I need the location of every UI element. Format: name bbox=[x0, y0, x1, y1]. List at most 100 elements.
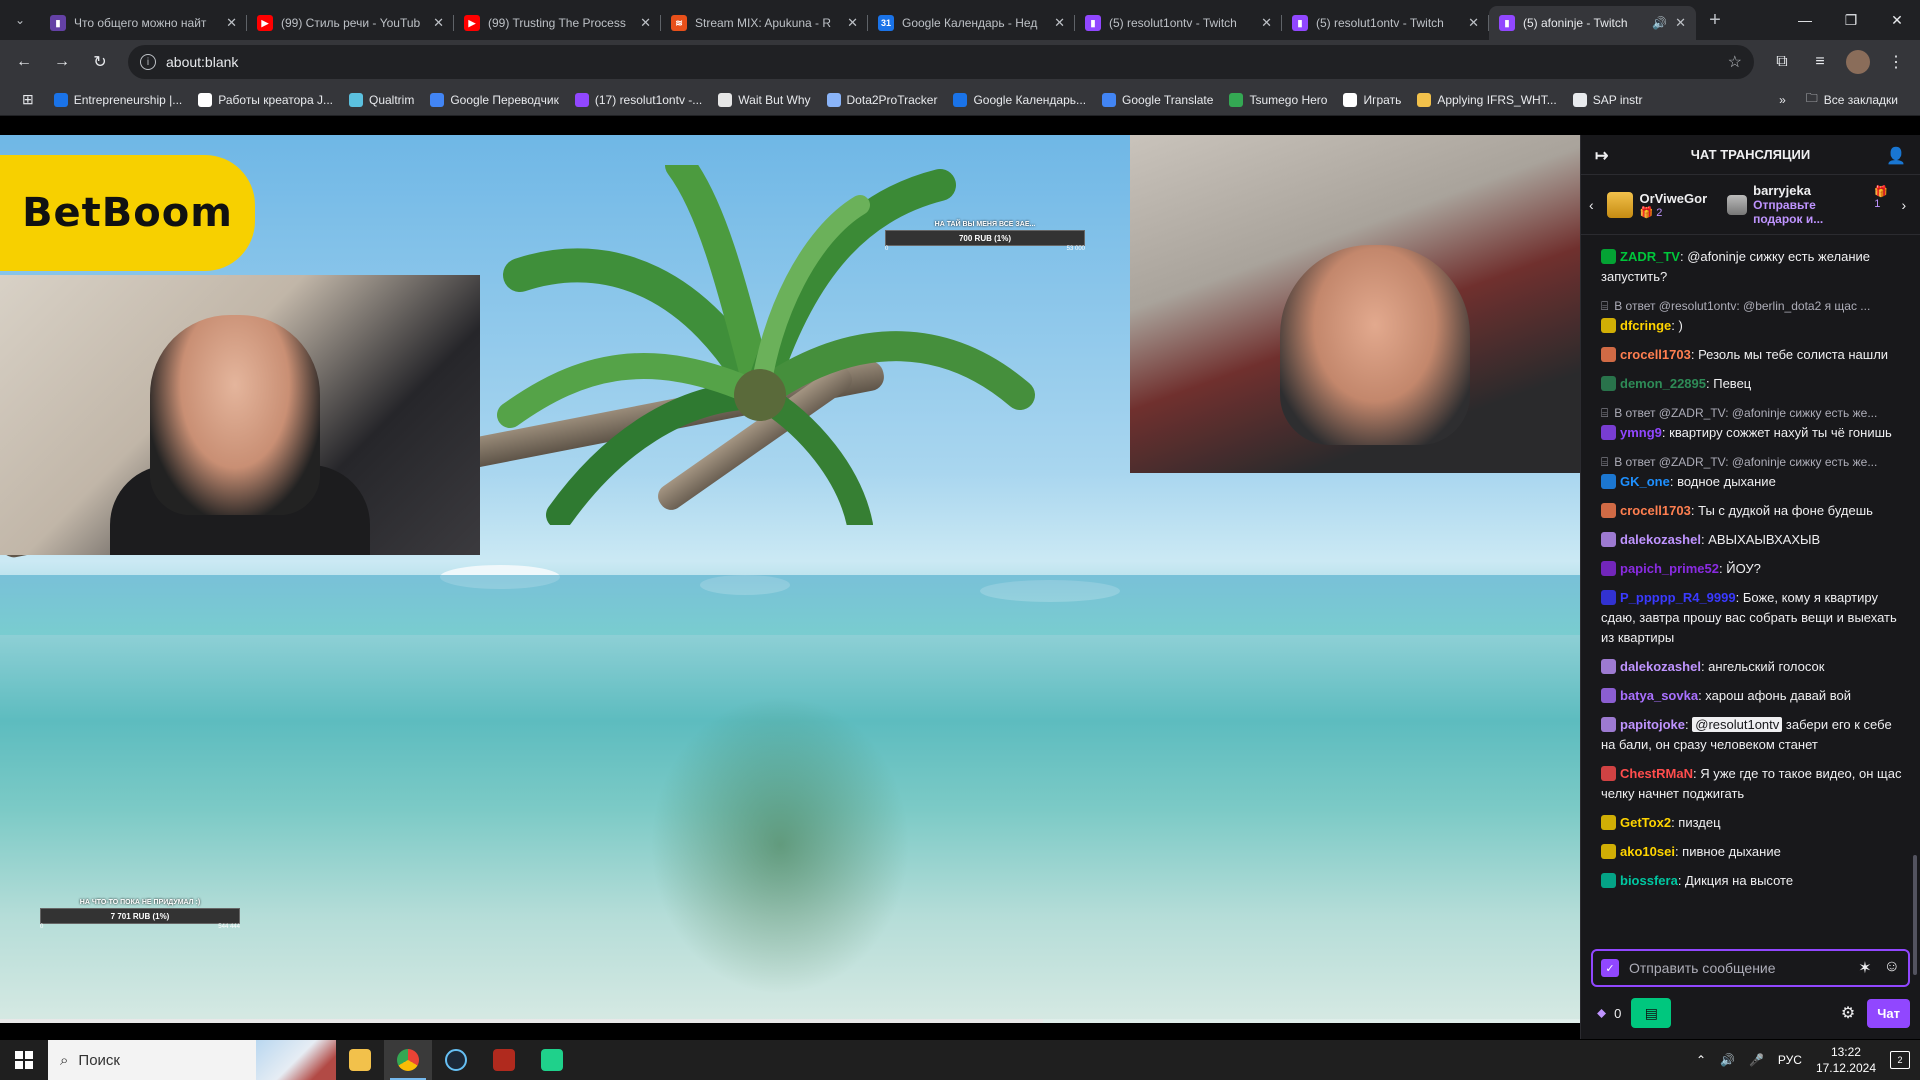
browser-tab[interactable]: 31 Google Календарь - Нед ✕ bbox=[868, 6, 1075, 40]
dota2-app-icon[interactable] bbox=[480, 1040, 528, 1080]
user-badge-icon[interactable] bbox=[1601, 503, 1616, 518]
chat-username[interactable]: dfcringe bbox=[1620, 318, 1671, 333]
bookmark-item[interactable]: Google Translate bbox=[1094, 86, 1221, 114]
community-users-icon[interactable]: 👤 bbox=[1886, 146, 1906, 166]
bookmark-item[interactable]: Работы креатора J... bbox=[190, 86, 341, 114]
user-badge-icon[interactable] bbox=[1601, 425, 1616, 440]
chat-username[interactable]: crocell1703 bbox=[1620, 347, 1691, 362]
chat-scrollbar[interactable] bbox=[1913, 855, 1917, 975]
chat-message[interactable]: GetTox2: пиздец bbox=[1601, 813, 1906, 833]
chat-username[interactable]: ako10sei bbox=[1620, 844, 1675, 859]
chat-message[interactable]: ako10sei: пивное дыхание bbox=[1601, 842, 1906, 862]
chat-message[interactable]: ChestRMaN: Я уже где то такое видео, он … bbox=[1601, 764, 1906, 804]
site-info-icon[interactable]: i bbox=[140, 54, 156, 70]
bookmark-item[interactable]: Entrepreneurship |... bbox=[46, 86, 191, 114]
user-badge-icon[interactable] bbox=[1601, 532, 1616, 547]
clock[interactable]: 13:22 17.12.2024 bbox=[1816, 1044, 1876, 1076]
bookmark-item[interactable]: Играть bbox=[1335, 86, 1409, 114]
tab-search-chevron-icon[interactable]: ⌄ bbox=[0, 0, 40, 40]
chat-username[interactable]: crocell1703 bbox=[1620, 503, 1691, 518]
reply-context[interactable]: ⌸ В ответ @ZADR_TV: @afoninje сижку есть … bbox=[1601, 452, 1906, 472]
chat-message[interactable]: P_ppppp_R4_9999: Боже, кому я квартиру с… bbox=[1601, 588, 1906, 648]
chat-identity-icon[interactable]: ✓ bbox=[1601, 959, 1619, 977]
forward-arrow-icon[interactable]: → bbox=[46, 46, 78, 78]
bits-icon[interactable]: ✶ bbox=[1858, 958, 1871, 978]
chat-username[interactable]: dalekozashel bbox=[1620, 659, 1701, 674]
bookmark-item[interactable]: Dota2ProTracker bbox=[819, 86, 946, 114]
new-tab-button[interactable]: + bbox=[1700, 9, 1730, 32]
speaker-icon[interactable]: 🔊 bbox=[1720, 1053, 1735, 1067]
chat-username[interactable]: ymng9 bbox=[1620, 425, 1662, 440]
browser-tab[interactable]: ▮ (5) resolut1ontv - Twitch ✕ bbox=[1075, 6, 1282, 40]
user-badge-icon[interactable] bbox=[1601, 376, 1616, 391]
input-language[interactable]: РУС bbox=[1778, 1053, 1802, 1067]
chat-message-input[interactable]: ✓ Отправить сообщение ✶ ☺ bbox=[1591, 949, 1910, 987]
user-badge-icon[interactable] bbox=[1601, 561, 1616, 576]
close-tab-icon[interactable]: ✕ bbox=[226, 15, 237, 31]
file-explorer-app-icon[interactable] bbox=[336, 1040, 384, 1080]
profile-avatar[interactable] bbox=[1842, 46, 1874, 78]
chat-message[interactable]: ⌸ В ответ @resolut1ontv: @berlin_dota2 я … bbox=[1601, 296, 1906, 336]
player-progress-bar[interactable] bbox=[0, 1019, 1580, 1023]
chat-username[interactable]: GetTox2 bbox=[1620, 815, 1671, 830]
chat-username[interactable]: demon_22895 bbox=[1620, 376, 1706, 391]
more-bookmarks-chevron-icon[interactable]: » bbox=[1779, 93, 1786, 107]
bookmark-item[interactable]: Tsumego Hero bbox=[1221, 86, 1335, 114]
browser-tab[interactable]: ▶ (99) Стиль речи - YouTub ✕ bbox=[247, 6, 454, 40]
notification-center-icon[interactable]: 2 bbox=[1890, 1051, 1910, 1069]
bookmark-item[interactable]: (17) resolut1ontv -... bbox=[567, 86, 710, 114]
bookmark-item[interactable]: Google Календарь... bbox=[945, 86, 1094, 114]
address-bar[interactable]: i about:blank ☆ bbox=[128, 45, 1754, 79]
reload-icon[interactable]: ↻ bbox=[84, 46, 116, 78]
chat-message[interactable]: crocell1703: Резоль мы тебе солиста нашл… bbox=[1601, 345, 1906, 365]
stream-video-player[interactable]: BetBoom НА ТАЙ ВЫ МЕНЯ ВСЕ ЗАЕ... 700 RU… bbox=[0, 135, 1580, 1023]
user-badge-icon[interactable] bbox=[1601, 688, 1616, 703]
user-badge-icon[interactable] bbox=[1601, 590, 1616, 605]
chat-username[interactable]: papich_prime52 bbox=[1620, 561, 1719, 576]
user-badge-icon[interactable] bbox=[1601, 347, 1616, 362]
user-badge-icon[interactable] bbox=[1601, 844, 1616, 859]
gifter-2[interactable]: barryjeka Отправьте подарок и... 🎁 1 bbox=[1727, 183, 1893, 226]
chat-settings-gear-icon[interactable]: ⚙ bbox=[1841, 1003, 1855, 1023]
channel-points-claim-button[interactable]: ▤ bbox=[1631, 998, 1672, 1028]
close-tab-icon[interactable]: ✕ bbox=[640, 15, 651, 31]
browser-tab[interactable]: ▶ (99) Trusting The Process ✕ bbox=[454, 6, 661, 40]
microphone-icon[interactable]: 🎤 bbox=[1749, 1053, 1764, 1067]
steam-app-icon[interactable] bbox=[432, 1040, 480, 1080]
chat-message[interactable]: batya_sovka: харош афонь давай вой bbox=[1601, 686, 1906, 706]
channel-points[interactable]: ⬥ 0 bbox=[1591, 1005, 1621, 1021]
user-badge-icon[interactable] bbox=[1601, 474, 1616, 489]
chat-message[interactable]: papitojoke: @resolut1ontv забери его к с… bbox=[1601, 715, 1906, 755]
restore-icon[interactable]: ❐ bbox=[1828, 0, 1874, 40]
apps-grid-icon[interactable]: ⊞ bbox=[14, 86, 42, 114]
user-badge-icon[interactable] bbox=[1601, 873, 1616, 888]
bookmark-star-icon[interactable]: ☆ bbox=[1728, 52, 1742, 72]
bookmark-item[interactable]: Google Переводчик bbox=[422, 86, 567, 114]
back-arrow-icon[interactable]: ← bbox=[8, 46, 40, 78]
tab-audio-icon[interactable]: 🔊 bbox=[1652, 16, 1667, 30]
chat-message[interactable]: ⌸ В ответ @ZADR_TV: @afoninje сижку есть … bbox=[1601, 452, 1906, 492]
chat-message[interactable]: dalekozashel: ангельский голосок bbox=[1601, 657, 1906, 677]
close-tab-icon[interactable]: ✕ bbox=[1468, 15, 1479, 31]
tray-chevron-up-icon[interactable]: ⌃ bbox=[1696, 1053, 1706, 1067]
taskbar-search-input[interactable]: ⌕ Поиск bbox=[48, 1040, 336, 1080]
chevron-right-icon[interactable]: › bbox=[1902, 197, 1912, 213]
close-tab-icon[interactable]: ✕ bbox=[847, 15, 858, 31]
windows-start-button[interactable] bbox=[0, 1040, 48, 1080]
chat-username[interactable]: ZADR_TV bbox=[1620, 249, 1680, 264]
close-tab-icon[interactable]: ✕ bbox=[433, 15, 444, 31]
bookmark-item[interactable]: Wait But Why bbox=[710, 86, 818, 114]
browser-tab[interactable]: ▮ (5) afoninje - Twitch 🔊 ✕ bbox=[1489, 6, 1696, 40]
chat-username[interactable]: dalekozashel bbox=[1620, 532, 1701, 547]
browser-tab[interactable]: ▮ Что общего можно найт ✕ bbox=[40, 6, 247, 40]
chat-message[interactable]: crocell1703: Ты с дудкой на фоне будешь bbox=[1601, 501, 1906, 521]
chat-username[interactable]: papitojoke bbox=[1620, 717, 1685, 732]
chat-username[interactable]: ChestRMaN bbox=[1620, 766, 1693, 781]
user-badge-icon[interactable] bbox=[1601, 717, 1616, 732]
browser-tab[interactable]: ≋ Stream MIX: Apukuna - R ✕ bbox=[661, 6, 868, 40]
chat-message[interactable]: ⌸ В ответ @ZADR_TV: @afoninje сижку есть … bbox=[1601, 403, 1906, 443]
extensions-icon[interactable]: ⧉ bbox=[1766, 46, 1798, 78]
user-badge-icon[interactable] bbox=[1601, 659, 1616, 674]
chat-username[interactable]: P_ppppp_R4_9999 bbox=[1620, 590, 1736, 605]
browser-tab[interactable]: ▮ (5) resolut1ontv - Twitch ✕ bbox=[1282, 6, 1489, 40]
